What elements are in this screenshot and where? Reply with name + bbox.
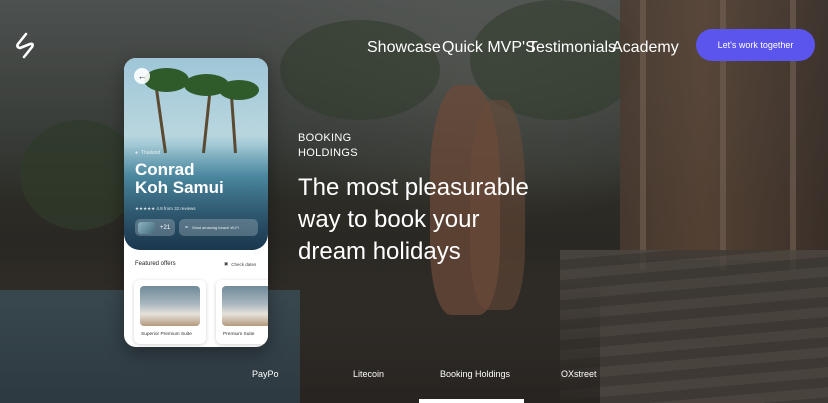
check-dates-link[interactable]: ▣ Check dates bbox=[224, 261, 256, 267]
room-card[interactable]: Superior Premium Suite bbox=[134, 280, 206, 344]
nav-showcase[interactable]: Showcase bbox=[367, 39, 441, 57]
page-headline: The most pleasurable way to book your dr… bbox=[298, 172, 598, 268]
palm-trunk bbox=[229, 93, 237, 154]
palm-foliage bbox=[280, 20, 440, 120]
nav-testimonials[interactable]: Testimonials bbox=[528, 39, 616, 57]
amenity-chip[interactable]: ≈ Most amazing beach W-Fi bbox=[179, 219, 258, 236]
wifi-icon: ≈ bbox=[185, 224, 189, 231]
client-tab-paypo[interactable]: PayPo bbox=[252, 369, 279, 379]
location: ● Thailand bbox=[135, 150, 160, 156]
guest-count: +21 bbox=[160, 224, 171, 231]
room-label: Premium Suite bbox=[223, 332, 255, 337]
room-image bbox=[222, 286, 268, 326]
client-tab-litecoin[interactable]: Litecoin bbox=[353, 369, 384, 379]
headline-line: way to book your bbox=[298, 206, 480, 233]
amenity-label: Most amazing beach W-Fi bbox=[192, 225, 239, 230]
headline-line: The most pleasurable bbox=[298, 174, 529, 201]
palm-trunk bbox=[154, 83, 167, 154]
phone-mockup: ← ● Thailand Conrad Koh Samui ★★★★★ 4.9 … bbox=[124, 58, 268, 347]
palm-foliage bbox=[20, 120, 140, 230]
room-image bbox=[140, 286, 200, 326]
hotel-name-line: Conrad bbox=[135, 160, 195, 179]
featured-offers-title: Featured offers bbox=[135, 261, 176, 267]
eyebrow-line: BOOKING bbox=[298, 132, 352, 144]
active-tab-indicator bbox=[419, 399, 524, 403]
hotel-name: Conrad Koh Samui bbox=[135, 161, 224, 197]
location-label: Thailand bbox=[141, 150, 161, 156]
arrow-left-icon[interactable]: ← bbox=[134, 68, 150, 84]
lets-work-together-button[interactable]: Let's work together bbox=[696, 29, 815, 61]
rating: ★★★★★ 4.9 from 32 reviews bbox=[135, 206, 196, 211]
wooden-deck bbox=[560, 250, 828, 403]
eyebrow-line: HOLDINGS bbox=[298, 147, 358, 159]
client-tab-booking-holdings[interactable]: Booking Holdings bbox=[440, 369, 510, 379]
check-dates-label: Check dates bbox=[231, 261, 257, 267]
room-label: Superior Premium Suite bbox=[141, 332, 192, 337]
palm-trunk bbox=[202, 88, 212, 154]
client-eyebrow: BOOKING HOLDINGS bbox=[298, 131, 358, 161]
avatar bbox=[138, 221, 155, 234]
map-pin-icon: ● bbox=[135, 150, 139, 156]
guest-avatars[interactable]: +21 bbox=[135, 219, 175, 236]
nav-quick-mvps[interactable]: Quick MVP'S bbox=[442, 39, 536, 57]
hotel-name-line: Koh Samui bbox=[135, 178, 224, 197]
palm-leaves bbox=[219, 80, 259, 100]
calendar-icon: ▣ bbox=[224, 261, 229, 266]
palm-leaves bbox=[144, 68, 189, 92]
room-card[interactable]: Premium Suite bbox=[216, 280, 268, 344]
logo-icon[interactable] bbox=[12, 30, 42, 60]
nav-academy[interactable]: Academy bbox=[612, 39, 679, 57]
headline-line: dream holidays bbox=[298, 238, 461, 265]
client-tab-oxstreet[interactable]: OXstreet bbox=[561, 369, 597, 379]
